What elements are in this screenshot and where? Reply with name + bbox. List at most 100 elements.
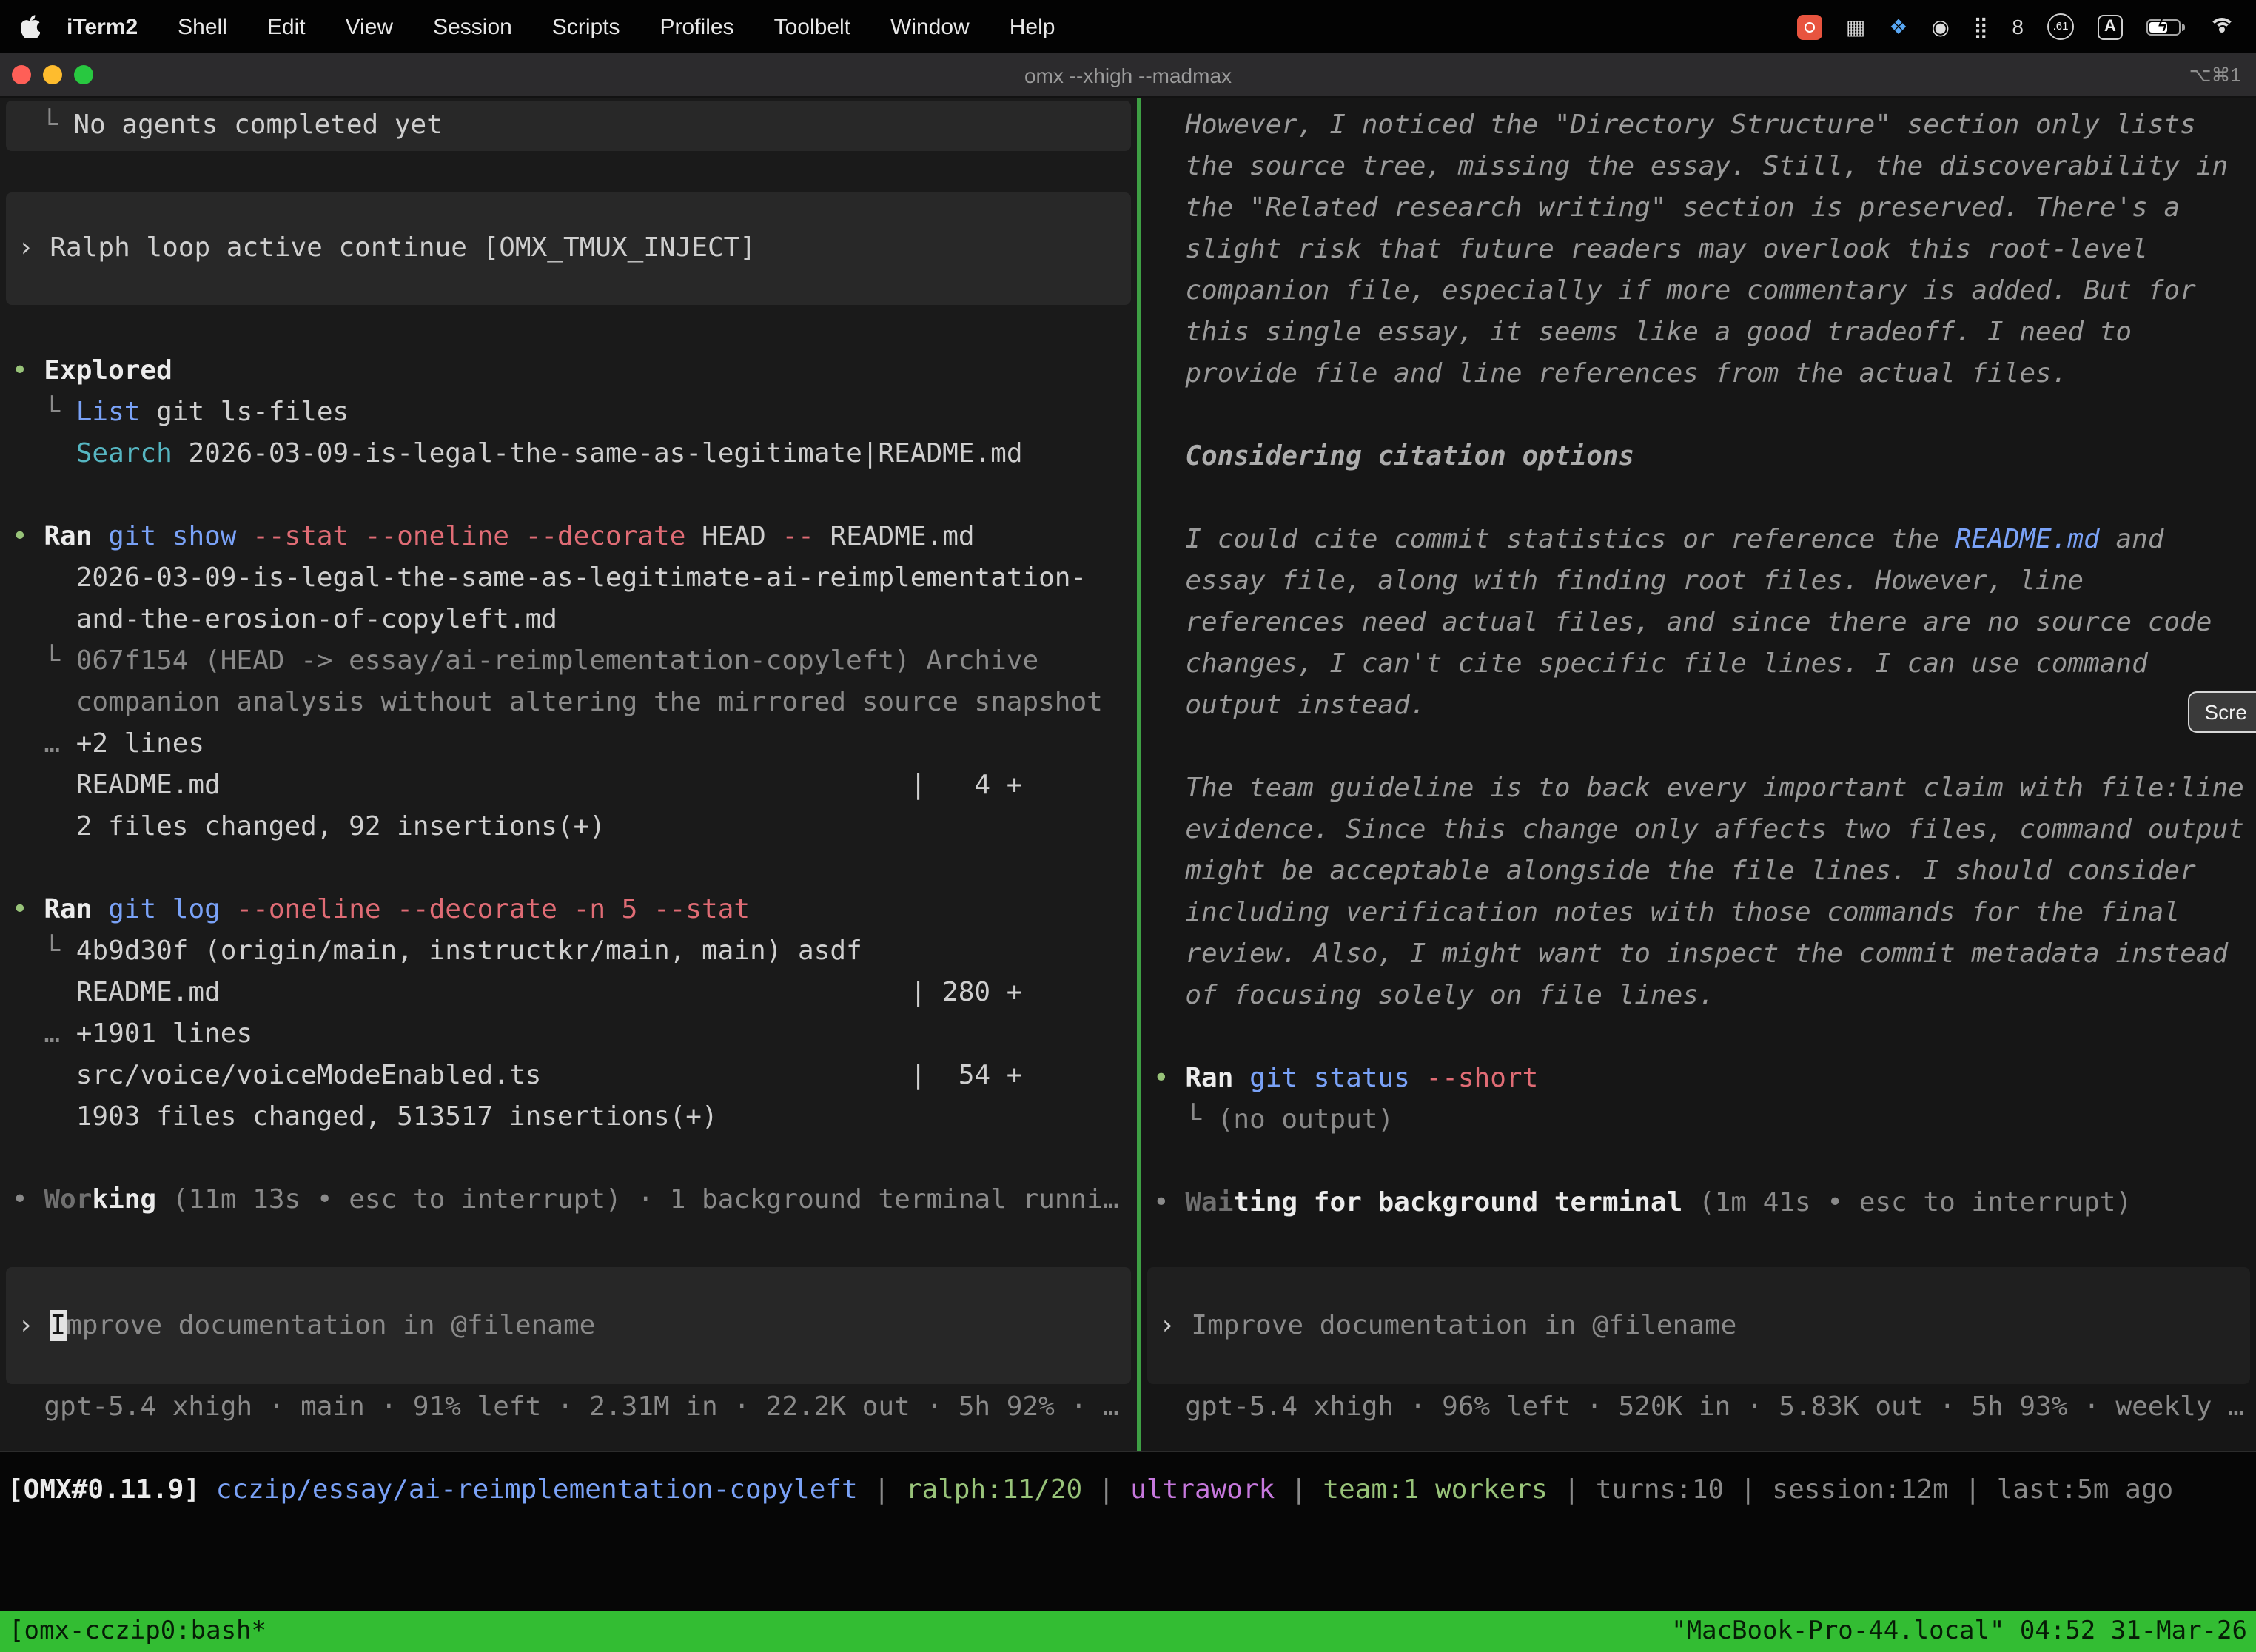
terminal-line: changes, I can't cite specific file line… <box>1153 644 2256 685</box>
terminal-line: companion file, especially if more comme… <box>1153 271 2256 312</box>
menu-item-scripts[interactable]: Scripts <box>552 14 620 39</box>
wifi-icon[interactable] <box>2209 17 2235 36</box>
menu-item-profiles[interactable]: Profiles <box>660 14 734 39</box>
terminal-line: 2 files changed, 92 insertions(+) <box>12 807 1137 848</box>
terminal-line: • Ran git log --oneline --decorate -n 5 … <box>12 890 1137 931</box>
notification-overlay[interactable]: Scre <box>2188 691 2256 733</box>
terminal-line: README.md | 280 + <box>12 973 1137 1014</box>
bottom-spacer <box>0 1511 2256 1611</box>
tmux-session-label: [omx-cczip0:bash* <box>9 1616 266 1646</box>
menu-item-window[interactable]: Window <box>890 14 970 39</box>
terminal-line: companion analysis without altering the … <box>12 682 1137 724</box>
terminal-line <box>1153 727 2256 768</box>
terminal-line: slight risk that future readers may over… <box>1153 229 2256 271</box>
terminal-line: gpt-5.4 xhigh · 96% left · 520K in · 5.8… <box>1153 1387 2244 1428</box>
right-terminal-output: However, I noticed the "Directory Struct… <box>1141 105 2256 1224</box>
tmux-status-bar: [omx-cczip0:bash* "MacBook-Pro-44.local"… <box>0 1611 2256 1652</box>
terminal-line: references need actual files, and since … <box>1153 602 2256 644</box>
dots-grid-icon[interactable]: ⣿ <box>1973 16 1989 37</box>
terminal-line <box>1153 1017 2256 1058</box>
menu-item-edit[interactable]: Edit <box>267 14 306 39</box>
terminal-line: › Improve documentation in @filename <box>1159 1305 1736 1346</box>
menu-item-iterm2[interactable]: iTerm2 <box>67 14 138 39</box>
window-title-bar[interactable]: omx --xhigh --madmax ⌥⌘1 <box>0 53 2256 98</box>
terminal-line: … +2 lines <box>12 724 1137 765</box>
app-status-icon-round[interactable]: ◉ <box>1931 16 1949 37</box>
terminal-line: • Ran git show --stat --oneline --decora… <box>12 517 1137 558</box>
terminal-line: • Working (11m 13s • esc to interrupt) ·… <box>12 1180 1137 1221</box>
screen: iTerm2 Shell Edit View Session Scripts Profile… <box>0 0 2256 1652</box>
terminal-line <box>1153 1141 2256 1183</box>
left-terminal-pane[interactable]: └ No agents completed yet › Ralph loop a… <box>0 98 1137 1451</box>
terminal-line: The team guideline is to back every impo… <box>1153 768 2256 810</box>
minimize-button[interactable] <box>43 65 62 84</box>
terminal-line: gpt-5.4 xhigh · main · 91% left · 2.31M … <box>12 1387 1119 1428</box>
window-shortcut-label: ⌥⌘1 <box>2189 63 2256 87</box>
keypad-8-icon[interactable]: 8 <box>2012 16 2024 37</box>
window-title: omx --xhigh --madmax <box>0 63 2256 87</box>
terminal-line: [OMX#0.11.9] cczip/essay/ai-reimplementa… <box>7 1470 2256 1511</box>
terminal-line <box>12 475 1137 517</box>
terminal-line: provide file and line references from th… <box>1153 354 2256 395</box>
menu-item-session[interactable]: Session <box>433 14 512 39</box>
apple-menu-icon[interactable] <box>21 15 40 38</box>
terminal-line: 2026-03-09-is-legal-the-same-as-legitima… <box>12 558 1137 600</box>
terminal-line: I could cite commit statistics or refere… <box>1153 520 2256 561</box>
window-grid-icon[interactable]: ▦ <box>1846 16 1865 37</box>
terminal-line: Search 2026-03-09-is-legal-the-same-as-l… <box>12 434 1137 475</box>
prompt-input[interactable]: › Improve documentation in @filename <box>6 1267 1131 1384</box>
terminal-line <box>12 1138 1137 1180</box>
prompt-input[interactable]: › Improve documentation in @filename <box>1147 1267 2250 1384</box>
terminal-line <box>1153 478 2256 520</box>
omx-status-bar: [OMX#0.11.9] cczip/essay/ai-reimplementa… <box>0 1470 2256 1511</box>
terminal-line: of focusing solely on file lines. <box>1153 976 2256 1017</box>
menu-item-toolbelt[interactable]: Toolbelt <box>774 14 850 39</box>
terminal-line: essay file, along with finding root file… <box>1153 561 2256 602</box>
terminal-line: output instead. <box>1153 685 2256 727</box>
terminal-line: └ List git ls-files <box>12 392 1137 434</box>
terminal-line: review. Also, I might want to inspect th… <box>1153 934 2256 976</box>
menu-status-icons: ▦ ❖ ◉ ⣿ 8 .61 Aϟ <box>1797 13 2235 40</box>
input-source-icon[interactable]: A <box>2098 14 2123 39</box>
terminal-line <box>1153 395 2256 437</box>
app-status-icon-blue[interactable]: ❖ <box>1889 16 1907 37</box>
terminal-line: › Ralph loop active continue [OMX_TMUX_I… <box>18 228 756 269</box>
agents-notice-panel: └ No agents completed yet <box>6 101 1131 151</box>
terminal-line: might be acceptable alongside the file l… <box>1153 851 2256 893</box>
zoom-button[interactable] <box>74 65 93 84</box>
terminal-panes: └ No agents completed yet › Ralph loop a… <box>0 98 2256 1452</box>
terminal-line: Considering citation options <box>1153 437 2256 478</box>
close-button[interactable] <box>12 65 31 84</box>
terminal-line: • Ran git status --short <box>1153 1058 2256 1100</box>
session-status-line: gpt-5.4 xhigh · main · 91% left · 2.31M … <box>12 1387 1119 1428</box>
terminal-line: evidence. Since this change only affects… <box>1153 810 2256 851</box>
terminal-line: • Waiting for background terminal (1m 41… <box>1153 1183 2256 1224</box>
cpu-gauge-icon[interactable]: .61 <box>2047 13 2074 40</box>
terminal-line: └ 4b9d30f (origin/main, instructkr/main,… <box>12 931 1137 973</box>
terminal-line <box>12 848 1137 890</box>
terminal-line: • Explored <box>12 351 1137 392</box>
terminal-line: including verification notes with those … <box>1153 893 2256 934</box>
menu-bar: iTerm2 Shell Edit View Session Scripts Profile… <box>0 0 2256 53</box>
session-status-line: gpt-5.4 xhigh · 96% left · 520K in · 5.8… <box>1153 1387 2244 1428</box>
menu-item-shell[interactable]: Shell <box>178 14 227 39</box>
menu-items: iTerm2 Shell Edit View Session Scripts Profile… <box>67 14 1055 39</box>
terminal-line: 1903 files changed, 513517 insertions(+) <box>12 1097 1137 1138</box>
tmux-host-clock: "MacBook-Pro-44.local" 04:52 31-Mar-26 <box>1671 1616 2247 1646</box>
ralph-loop-panel: › Ralph loop active continue [OMX_TMUX_I… <box>6 192 1131 305</box>
terminal-line: src/voice/voiceModeEnabled.ts | 54 + <box>12 1055 1137 1097</box>
terminal-line: this single essay, it seems like a good … <box>1153 312 2256 354</box>
battery-icon[interactable]: ϟ <box>2146 19 2181 35</box>
terminal-line: and-the-erosion-of-copyleft.md <box>12 600 1137 641</box>
left-terminal-output: • Explored └ List git ls-files Search 20… <box>0 351 1137 1221</box>
terminal-line: › Improve documentation in @filename <box>18 1305 595 1346</box>
menu-item-view[interactable]: View <box>346 14 394 39</box>
terminal-line: README.md | 4 + <box>12 765 1137 807</box>
right-terminal-pane[interactable]: However, I noticed the "Directory Struct… <box>1141 98 2256 1451</box>
terminal-line: … +1901 lines <box>12 1014 1137 1055</box>
terminal-line: └ 067f154 (HEAD -> essay/ai-reimplementa… <box>12 641 1137 682</box>
menu-item-help[interactable]: Help <box>1010 14 1055 39</box>
terminal-line: However, I noticed the "Directory Struct… <box>1153 105 2256 147</box>
screen-recording-indicator[interactable] <box>1797 14 1822 39</box>
terminal-line: └ No agents completed yet <box>41 105 443 147</box>
